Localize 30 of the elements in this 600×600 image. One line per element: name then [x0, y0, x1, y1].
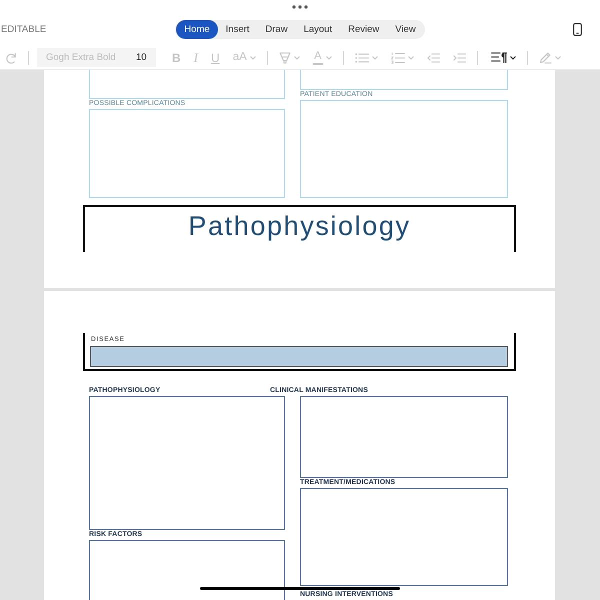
ellipsis-icon[interactable]	[292, 4, 308, 8]
pilcrow-icon	[490, 52, 507, 63]
indent-icon	[452, 52, 466, 62]
tab[interactable]: Draw	[257, 20, 296, 39]
tab[interactable]: Insert	[218, 20, 258, 39]
pen-icon	[538, 51, 552, 64]
caret-icon	[294, 56, 300, 60]
tab[interactable]: Home	[176, 20, 218, 39]
section-title: Pathophysiology	[188, 212, 411, 242]
caret-icon	[372, 56, 378, 60]
text-field[interactable]	[300, 488, 508, 586]
caret-icon	[250, 56, 256, 60]
status-label: EDITABLE	[0, 24, 46, 35]
disease-field[interactable]	[90, 346, 508, 367]
text-field[interactable]	[89, 396, 285, 530]
tab[interactable]: Layout	[296, 20, 340, 39]
font-size-field[interactable]: 10	[129, 48, 156, 67]
bullet-list-icon	[354, 52, 369, 62]
text-field[interactable]	[300, 396, 508, 478]
highlighter-icon	[278, 52, 291, 64]
redo-icon	[5, 52, 17, 64]
caret-icon	[408, 56, 414, 60]
caret-icon	[554, 56, 561, 60]
tab[interactable]: View	[387, 20, 424, 39]
tab[interactable]: Review	[340, 20, 388, 39]
caret-icon	[510, 56, 516, 60]
numbered-list-icon	[390, 52, 405, 64]
phone-icon[interactable]	[573, 23, 582, 36]
caret-icon	[326, 56, 332, 60]
outdent-icon	[426, 52, 440, 62]
